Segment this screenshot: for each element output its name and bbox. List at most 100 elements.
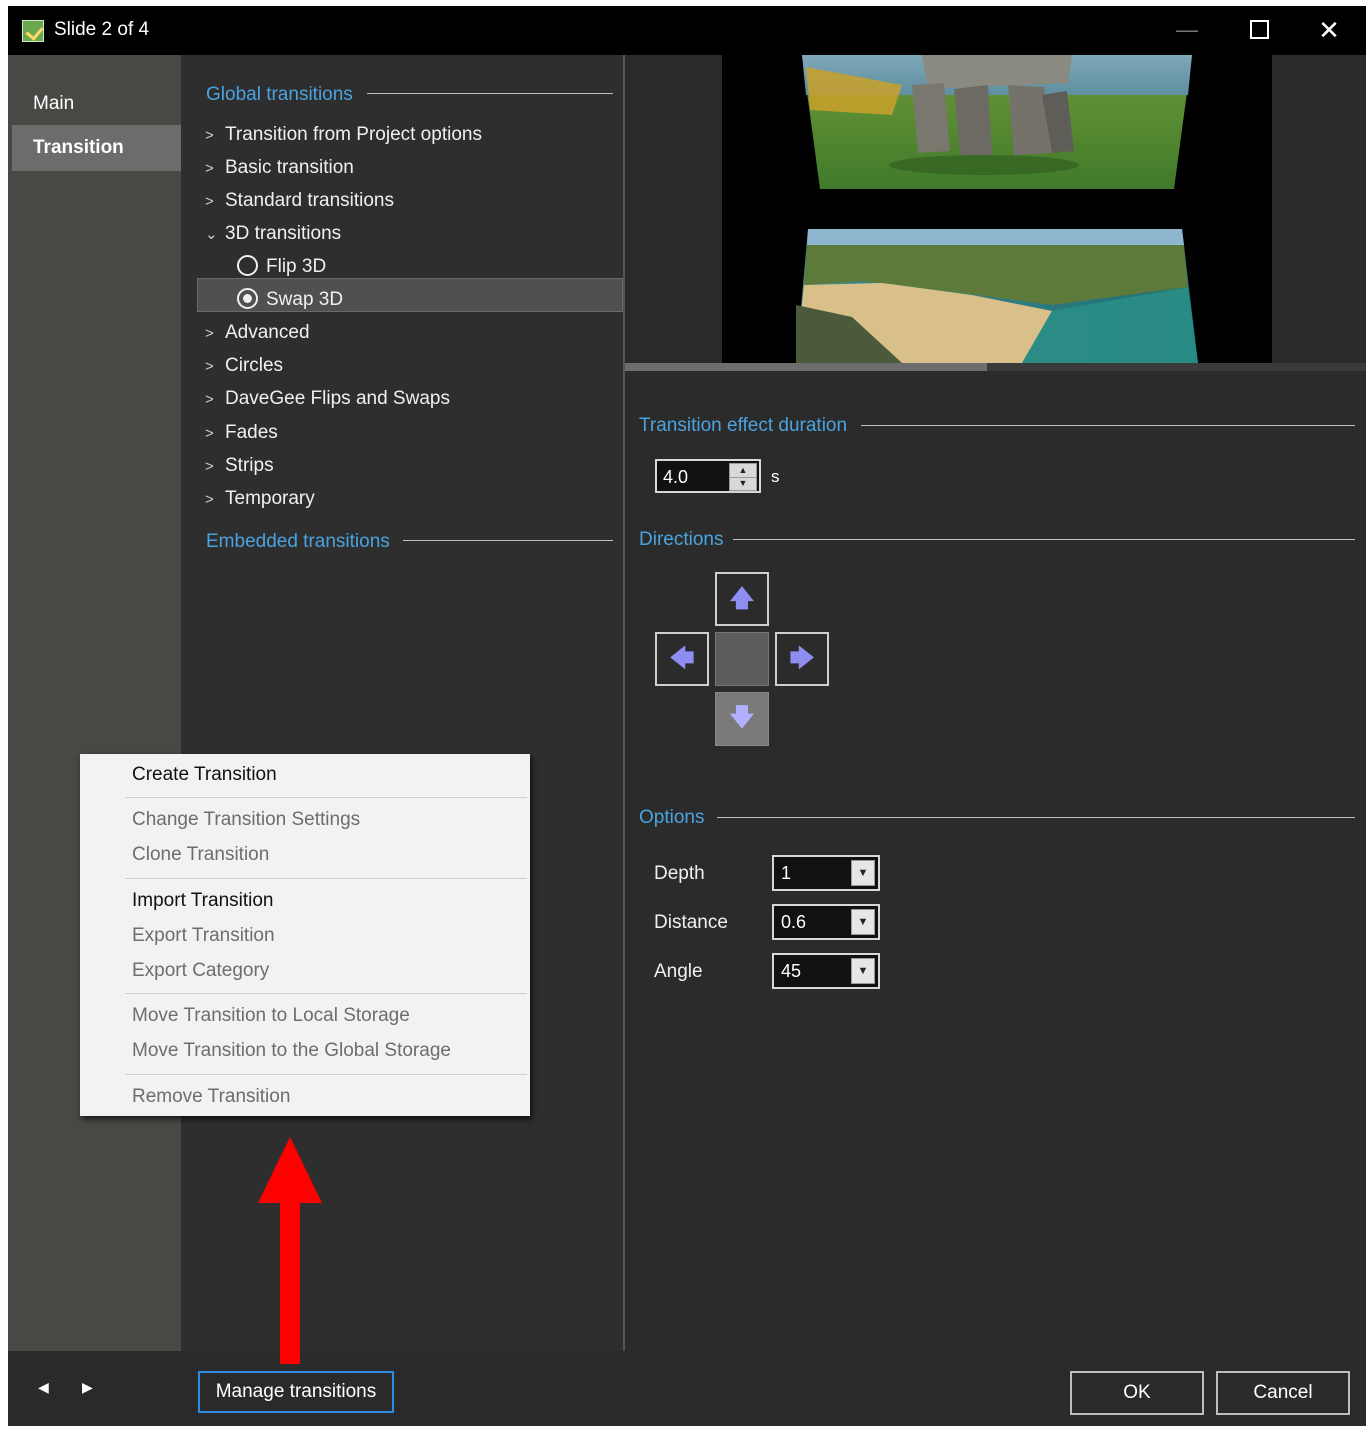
- menu-item-export-transition[interactable]: Export Transition: [132, 925, 275, 947]
- direction-up-button[interactable]: 🡅: [715, 572, 769, 626]
- arrow-up-icon: 🡅: [729, 585, 755, 612]
- depth-select[interactable]: 1 ▼: [772, 855, 880, 891]
- distance-value: 0.6: [781, 912, 807, 932]
- tree-item-davegee[interactable]: > DaveGee Flips and Swaps: [205, 383, 450, 415]
- radio-unchecked-icon: [237, 254, 258, 276]
- chevron-right-icon: >: [205, 358, 214, 375]
- section-divider: [403, 540, 613, 541]
- duration-spinbox[interactable]: 4.0 ▲ ▼: [655, 459, 761, 493]
- chevron-down-icon: ▼: [851, 909, 875, 935]
- spin-up-button[interactable]: ▲: [730, 464, 756, 478]
- chevron-right-icon: >: [205, 127, 214, 144]
- tree-item-label: Temporary: [225, 488, 315, 509]
- cancel-button[interactable]: Cancel: [1216, 1371, 1350, 1415]
- tree-item-strips[interactable]: > Strips: [205, 450, 274, 482]
- chevron-down-icon: ▼: [851, 958, 875, 984]
- options-section-title: Options: [639, 807, 705, 828]
- manage-transitions-button[interactable]: Manage transitions: [198, 1371, 394, 1413]
- nav-item-transition[interactable]: Transition: [12, 125, 181, 171]
- direction-right-button[interactable]: 🡆: [775, 632, 829, 686]
- menu-item-remove-transition[interactable]: Remove Transition: [132, 1086, 290, 1108]
- maximize-button[interactable]: [1236, 14, 1282, 46]
- angle-label: Angle: [654, 961, 703, 982]
- tree-item-basic[interactable]: > Basic transition: [205, 152, 354, 184]
- settings-panel: Transition effect duration 4.0 ▲ ▼ s Dir…: [625, 55, 1366, 1351]
- arrow-left-icon: 🡄: [669, 645, 695, 672]
- angle-select[interactable]: 45 ▼: [772, 953, 880, 989]
- maximize-icon: [1249, 19, 1269, 39]
- direction-center-cell: [715, 632, 769, 686]
- menu-separator: [125, 797, 527, 798]
- preview-area: [625, 55, 1366, 371]
- distance-select[interactable]: 0.6 ▼: [772, 904, 880, 940]
- tree-item-label: Advanced: [225, 322, 310, 343]
- distance-label: Distance: [654, 912, 728, 933]
- tree-item-label: 3D transitions: [225, 223, 342, 244]
- direction-down-button[interactable]: 🡇: [715, 692, 769, 746]
- angle-value: 45: [781, 961, 802, 981]
- tree-item-project-options[interactable]: > Transition from Project options: [205, 119, 482, 151]
- menu-separator: [125, 1074, 527, 1075]
- tree-item-label: Fades: [225, 422, 278, 443]
- tree-item-label: Transition from Project options: [225, 124, 482, 145]
- minimize-button[interactable]: —: [1164, 14, 1210, 46]
- tree-item-label: Basic transition: [225, 157, 354, 178]
- tree-item-standard[interactable]: > Standard transitions: [205, 185, 394, 217]
- left-nav: Main Transition: [8, 55, 181, 1351]
- chevron-right-icon: >: [205, 325, 214, 342]
- title-bar: Slide 2 of 4 — ✕: [8, 6, 1366, 55]
- chevron-right-icon: >: [205, 391, 214, 408]
- menu-item-change-settings[interactable]: Change Transition Settings: [132, 809, 360, 831]
- tree-item-advanced[interactable]: > Advanced: [205, 317, 310, 349]
- spin-down-button[interactable]: ▼: [730, 477, 756, 490]
- section-divider: [367, 93, 613, 94]
- direction-left-button[interactable]: 🡄: [655, 632, 709, 686]
- transition-preview-image: [796, 55, 1198, 363]
- radio-flip-3d[interactable]: Flip 3D: [237, 251, 326, 283]
- menu-separator: [125, 993, 527, 994]
- depth-value: 1: [781, 863, 792, 883]
- app-icon: [22, 20, 44, 42]
- menu-item-move-global[interactable]: Move Transition to the Global Storage: [132, 1040, 451, 1062]
- next-slide-icon[interactable]: ▶: [82, 1379, 93, 1396]
- radio-label: Swap 3D: [266, 289, 344, 310]
- menu-item-clone-transition[interactable]: Clone Transition: [132, 844, 269, 866]
- preview-scrollbar-thumb[interactable]: [625, 363, 987, 371]
- tree-item-fades[interactable]: > Fades: [205, 417, 278, 449]
- duration-stepper: ▲ ▼: [729, 463, 757, 491]
- duration-section-title: Transition effect duration: [639, 415, 848, 436]
- radio-label: Flip 3D: [266, 256, 327, 277]
- directions-section-title: Directions: [639, 529, 724, 550]
- bottom-bar: ◀ ▶ Manage transitions OK Cancel: [8, 1351, 1366, 1426]
- section-divider: [717, 817, 1355, 818]
- annotation-arrow-head: [258, 1137, 322, 1203]
- tree-item-circles[interactable]: > Circles: [205, 350, 283, 382]
- menu-item-create-transition[interactable]: Create Transition: [132, 764, 277, 786]
- tree-item-label: Standard transitions: [225, 190, 394, 211]
- menu-item-move-local[interactable]: Move Transition to Local Storage: [132, 1005, 410, 1027]
- slide-options-dialog: Slide 2 of 4 — ✕ Main Transition Global …: [8, 6, 1366, 1426]
- ok-button[interactable]: OK: [1070, 1371, 1204, 1415]
- depth-label: Depth: [654, 863, 705, 884]
- embedded-transitions-title: Embedded transitions: [206, 531, 390, 552]
- tree-item-label: Strips: [225, 455, 274, 476]
- close-button[interactable]: ✕: [1306, 14, 1352, 46]
- menu-item-export-category[interactable]: Export Category: [132, 960, 269, 982]
- chevron-right-icon: >: [205, 425, 214, 442]
- tree-item-temporary[interactable]: > Temporary: [205, 483, 315, 515]
- chevron-right-icon: >: [205, 491, 214, 508]
- previous-slide-icon[interactable]: ◀: [38, 1379, 49, 1396]
- global-transitions-title: Global transitions: [206, 84, 353, 105]
- arrow-down-icon: 🡇: [729, 704, 755, 731]
- duration-unit: s: [771, 467, 780, 486]
- section-divider: [733, 539, 1355, 540]
- chevron-down-icon: ▼: [851, 860, 875, 886]
- menu-item-import-transition[interactable]: Import Transition: [132, 890, 274, 912]
- menu-separator: [125, 878, 527, 879]
- tree-item-3d[interactable]: ⌄ 3D transitions: [205, 218, 341, 250]
- chevron-right-icon: >: [205, 193, 214, 210]
- tree-item-label: Circles: [225, 355, 284, 376]
- arrow-right-icon: 🡆: [789, 645, 815, 672]
- nav-item-main[interactable]: Main: [12, 81, 181, 127]
- radio-swap-3d[interactable]: Swap 3D: [237, 284, 343, 316]
